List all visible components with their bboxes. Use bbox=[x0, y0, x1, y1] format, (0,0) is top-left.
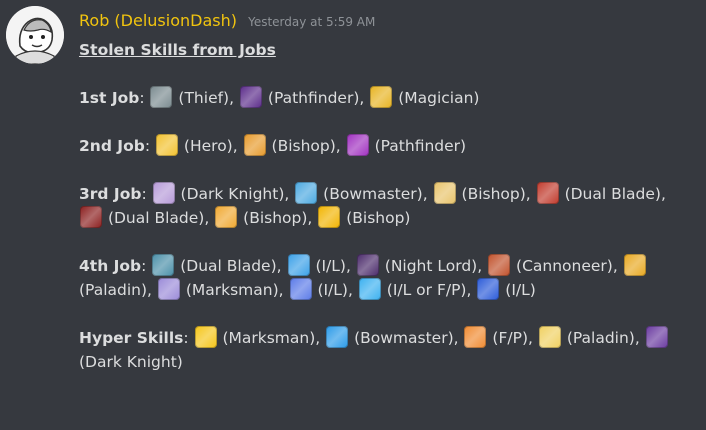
message-title: Stolen Skills from Jobs bbox=[79, 41, 276, 59]
job-label: (Dark Knight) bbox=[180, 185, 285, 203]
job-label: (Hero) bbox=[183, 137, 233, 155]
job-label: (Night Lord) bbox=[384, 257, 478, 275]
ice-lightning-skill-icon[interactable] bbox=[287, 254, 310, 276]
message-header: Rob (DelusionDash) Yesterday at 5:59 AM bbox=[79, 11, 375, 30]
dual-blade-skill-icon[interactable] bbox=[152, 254, 175, 276]
job-label: (I/L) bbox=[317, 281, 348, 299]
bishop-skill-icon[interactable] bbox=[215, 206, 238, 228]
job-label: (I/L) bbox=[505, 281, 536, 299]
bishop-skill-icon[interactable] bbox=[433, 182, 456, 204]
skill-section: 1st Job: (Thief), (Pathfinder), (Magicia… bbox=[79, 86, 689, 110]
job-label: (Bishop) bbox=[243, 209, 308, 227]
section-label: Hyper Skills bbox=[79, 329, 184, 347]
ice-lightning-skill-icon[interactable] bbox=[289, 278, 312, 300]
job-label: (Thief) bbox=[178, 89, 230, 107]
section-label: 4th Job bbox=[79, 257, 142, 275]
dark-knight-skill-icon[interactable] bbox=[152, 182, 175, 204]
fire-poison-skill-icon[interactable] bbox=[464, 326, 487, 348]
job-label: (F/P) bbox=[492, 329, 529, 347]
cannoneer-skill-icon[interactable] bbox=[488, 254, 511, 276]
job-label: (Pathfinder) bbox=[374, 137, 467, 155]
paladin-skill-icon[interactable] bbox=[623, 254, 646, 276]
dual-blade-skill-icon[interactable] bbox=[536, 182, 559, 204]
job-label: (Cannoneer) bbox=[516, 257, 613, 275]
skill-section: Hyper Skills: (Marksman), (Bowmaster), (… bbox=[79, 326, 689, 374]
job-label: (Bishop) bbox=[461, 185, 526, 203]
bowmaster-skill-icon[interactable] bbox=[326, 326, 349, 348]
job-label: (Bowmaster) bbox=[323, 185, 423, 203]
bishop-skill-icon[interactable] bbox=[318, 206, 341, 228]
job-label: (Bishop) bbox=[271, 137, 336, 155]
paladin-skill-icon[interactable] bbox=[538, 326, 561, 348]
job-label: (Dual Blade) bbox=[107, 209, 205, 227]
job-label: (Dark Knight) bbox=[79, 353, 183, 371]
pathfinder-skill-icon[interactable] bbox=[239, 86, 262, 108]
marksman-skill-icon[interactable] bbox=[157, 278, 180, 300]
job-label: (Paladin) bbox=[566, 329, 635, 347]
skill-section: 4th Job: (Dual Blade), (I/L), (Night Lor… bbox=[79, 254, 689, 302]
author-name[interactable]: Rob (DelusionDash) bbox=[79, 11, 237, 30]
magician-skill-icon[interactable] bbox=[370, 86, 393, 108]
job-label: (Marksman) bbox=[222, 329, 316, 347]
avatar[interactable] bbox=[6, 6, 64, 64]
section-label: 3rd Job bbox=[79, 185, 142, 203]
ice-lightning-skill-icon[interactable] bbox=[477, 278, 500, 300]
job-label: (I/L or F/P) bbox=[386, 281, 467, 299]
bowmaster-skill-icon[interactable] bbox=[295, 182, 318, 204]
job-label: (Pathfinder) bbox=[267, 89, 360, 107]
night-lord-skill-icon[interactable] bbox=[356, 254, 379, 276]
marksman-skill-icon[interactable] bbox=[194, 326, 217, 348]
skill-section: 3rd Job: (Dark Knight), (Bowmaster), (Bi… bbox=[79, 182, 689, 230]
section-label: 1st Job bbox=[79, 89, 140, 107]
job-label: (Magician) bbox=[398, 89, 480, 107]
message-content: Stolen Skills from Jobs 1st Job: (Thief)… bbox=[79, 38, 689, 374]
job-label: (Bishop) bbox=[346, 209, 411, 227]
section-label: 2nd Job bbox=[79, 137, 145, 155]
dual-blade-skill-icon[interactable] bbox=[80, 206, 102, 228]
job-label: (Bowmaster) bbox=[354, 329, 454, 347]
hero-skill-icon[interactable] bbox=[155, 134, 178, 156]
pathfinder-skill-icon[interactable] bbox=[346, 134, 369, 156]
skill-sections: 1st Job: (Thief), (Pathfinder), (Magicia… bbox=[79, 86, 689, 374]
timestamp: Yesterday at 5:59 AM bbox=[248, 15, 376, 29]
job-label: (Dual Blade) bbox=[564, 185, 661, 203]
ice-lightning-skill-icon[interactable] bbox=[358, 278, 381, 300]
thief-skill-icon[interactable] bbox=[150, 86, 173, 108]
job-label: (Dual Blade) bbox=[180, 257, 277, 275]
job-label: (Paladin) bbox=[79, 281, 148, 299]
job-label: (I/L) bbox=[315, 257, 346, 275]
job-label: (Marksman) bbox=[185, 281, 279, 299]
bishop-skill-icon[interactable] bbox=[243, 134, 266, 156]
dark-knight-skill-icon[interactable] bbox=[645, 326, 668, 348]
skill-section: 2nd Job: (Hero), (Bishop), (Pathfinder) bbox=[79, 134, 689, 158]
